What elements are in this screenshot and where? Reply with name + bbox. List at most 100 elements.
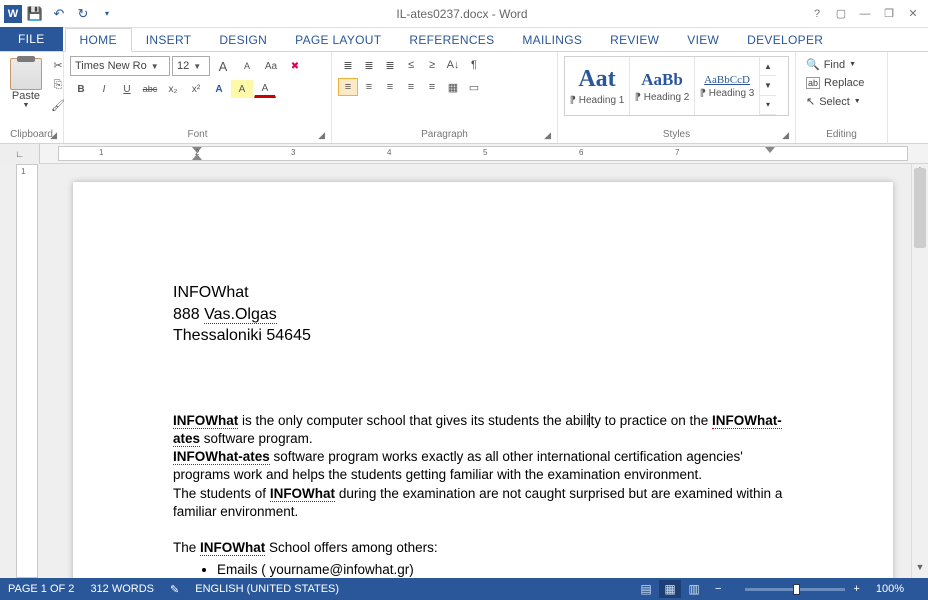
- ribbon: Paste ▼ ✂ ⎘ 🖌 Clipboard◢ Times New Ro▼ 1…: [0, 52, 928, 144]
- minimize-button[interactable]: —: [854, 3, 876, 25]
- tab-file[interactable]: FILE: [0, 27, 63, 51]
- ruler-tick: 4: [387, 148, 391, 157]
- proofing-button[interactable]: ✎: [170, 583, 179, 596]
- find-button[interactable]: 🔍Find ▼: [802, 56, 881, 73]
- increase-indent-button[interactable]: ≥: [422, 56, 442, 74]
- subscript-button[interactable]: x₂: [162, 80, 184, 98]
- tab-developer[interactable]: DEVELOPER: [733, 29, 837, 51]
- style-row-down[interactable]: ▼: [760, 76, 776, 95]
- style-item[interactable]: Aat⁋ Heading 1: [565, 57, 630, 115]
- page-count[interactable]: PAGE 1 OF 2: [8, 583, 74, 595]
- bullet-list: Emails ( yourname@infowhat.gr)Web site (…: [173, 561, 793, 578]
- help-button[interactable]: ?: [806, 3, 828, 25]
- show-marks-button[interactable]: ¶: [464, 56, 484, 74]
- numbering-button[interactable]: ≣: [359, 56, 379, 74]
- zoom-level[interactable]: 100%: [876, 583, 904, 595]
- style-item[interactable]: AaBb⁋ Heading 2: [630, 57, 695, 115]
- strike-button[interactable]: abc: [139, 80, 161, 98]
- right-indent-marker[interactable]: [765, 147, 775, 153]
- italic-button[interactable]: I: [93, 80, 115, 98]
- style-more[interactable]: ▾: [760, 96, 776, 115]
- group-paragraph: ≣ ≣ ≣ ≤ ≥ A↓ ¶ ≡ ≡ ≡ ≡ ≡ ▦ ▭ Paragraph◢: [332, 52, 558, 143]
- ribbon-display-options-button[interactable]: ▢: [830, 3, 852, 25]
- document-page[interactable]: INFOWhat 888 Vas.Olgas Thessaloniki 5464…: [73, 182, 893, 578]
- align-left-button[interactable]: ≡: [338, 78, 358, 96]
- grow-font-button[interactable]: A: [212, 57, 234, 75]
- align-center-button[interactable]: ≡: [359, 78, 379, 96]
- print-layout-button[interactable]: ▦: [659, 580, 681, 598]
- style-item[interactable]: AaBbCcD⁋ Heading 3: [695, 57, 760, 115]
- tab-design[interactable]: DESIGN: [205, 29, 281, 51]
- clipboard-dialog-launcher[interactable]: ◢: [50, 130, 57, 141]
- shrink-font-button[interactable]: A: [236, 57, 258, 75]
- font-color-button[interactable]: A: [254, 80, 276, 98]
- paste-button[interactable]: Paste ▼: [6, 56, 46, 114]
- style-name: ⁋ Heading 2: [635, 92, 690, 103]
- zoom-out-button[interactable]: −: [715, 583, 721, 595]
- tab-references[interactable]: REFERENCES: [395, 29, 508, 51]
- shading-button[interactable]: ▦: [443, 78, 463, 96]
- zoom-slider-thumb[interactable]: [793, 584, 800, 595]
- font-dialog-launcher[interactable]: ◢: [318, 130, 325, 141]
- scroll-down-button[interactable]: ▼: [912, 562, 928, 578]
- bullets-button[interactable]: ≣: [338, 56, 358, 74]
- style-row-up[interactable]: ▲: [760, 57, 776, 76]
- scroll-thumb[interactable]: [914, 168, 926, 248]
- restore-button[interactable]: ❐: [878, 3, 900, 25]
- multilevel-button[interactable]: ≣: [380, 56, 400, 74]
- web-layout-button[interactable]: ▥: [683, 580, 705, 598]
- style-gallery-nav: ▲▼▾: [760, 57, 776, 115]
- page-scroll[interactable]: INFOWhat 888 Vas.Olgas Thessaloniki 5464…: [38, 164, 928, 578]
- styles-gallery: Aat⁋ Heading 1AaBb⁋ Heading 2AaBbCcD⁋ He…: [564, 56, 789, 116]
- borders-button[interactable]: ▭: [464, 78, 484, 96]
- change-case-button[interactable]: Aa: [260, 57, 282, 75]
- header-block: INFOWhat 888 Vas.Olgas Thessaloniki 5464…: [173, 282, 793, 347]
- styles-dialog-launcher[interactable]: ◢: [782, 130, 789, 141]
- align-right-button[interactable]: ≡: [380, 78, 400, 96]
- tab-mailings[interactable]: MAILINGS: [508, 29, 596, 51]
- zoom-slider[interactable]: [745, 588, 845, 591]
- select-button[interactable]: ↖Select ▼: [802, 93, 881, 110]
- group-styles: Aat⁋ Heading 1AaBb⁋ Heading 2AaBbCcD⁋ He…: [558, 52, 796, 143]
- justify-button[interactable]: ≡: [401, 78, 421, 96]
- text-effects-button[interactable]: A: [208, 80, 230, 98]
- font-name-combo[interactable]: Times New Ro▼: [70, 56, 170, 76]
- bold-button[interactable]: B: [70, 80, 92, 98]
- save-button[interactable]: 💾: [24, 3, 46, 25]
- ruler-tick: 6: [579, 148, 583, 157]
- zoom-in-button[interactable]: +: [853, 583, 859, 595]
- replace-button[interactable]: abReplace: [802, 75, 881, 91]
- font-size-combo[interactable]: 12▼: [172, 56, 210, 76]
- line-spacing-button[interactable]: ≡: [422, 78, 442, 96]
- undo-button[interactable]: ↶: [48, 3, 70, 25]
- decrease-indent-button[interactable]: ≤: [401, 56, 421, 74]
- ruler-tick: 1: [99, 148, 103, 157]
- sort-button[interactable]: A↓: [443, 56, 463, 74]
- redo-button[interactable]: ↻: [72, 3, 94, 25]
- underline-button[interactable]: U: [116, 80, 138, 98]
- read-mode-button[interactable]: ▤: [635, 580, 657, 598]
- tab-insert[interactable]: INSERT: [132, 29, 206, 51]
- close-button[interactable]: ✕: [902, 3, 924, 25]
- clipboard-label: Clipboard◢: [6, 128, 57, 141]
- ruler-tick: 2: [195, 148, 199, 157]
- clear-formatting-button[interactable]: ✖: [284, 57, 306, 75]
- superscript-button[interactable]: x²: [185, 80, 207, 98]
- tab-home[interactable]: HOME: [65, 28, 132, 52]
- style-name: ⁋ Heading 3: [700, 88, 755, 99]
- tab-view[interactable]: VIEW: [673, 29, 733, 51]
- paragraph-dialog-launcher[interactable]: ◢: [544, 130, 551, 141]
- highlight-button[interactable]: A: [231, 80, 253, 98]
- qat-customize-button[interactable]: ▾: [96, 3, 118, 25]
- tab-page-layout[interactable]: PAGE LAYOUT: [281, 29, 395, 51]
- language-button[interactable]: ENGLISH (UNITED STATES): [195, 583, 339, 595]
- title-bar: W 💾 ↶ ↻ ▾ IL-ates0237.docx - Word ? ▢ — …: [0, 0, 928, 28]
- horizontal-ruler[interactable]: 1234567: [58, 146, 908, 161]
- tab-selector[interactable]: ∟: [0, 144, 40, 164]
- search-icon: 🔍: [806, 58, 820, 71]
- vertical-scrollbar[interactable]: ▲ ▼: [911, 164, 928, 578]
- word-count[interactable]: 312 WORDS: [90, 583, 154, 595]
- header-line-3: Thessaloniki 54645: [173, 325, 793, 347]
- tab-review[interactable]: REVIEW: [596, 29, 673, 51]
- vertical-ruler[interactable]: 1: [16, 164, 38, 578]
